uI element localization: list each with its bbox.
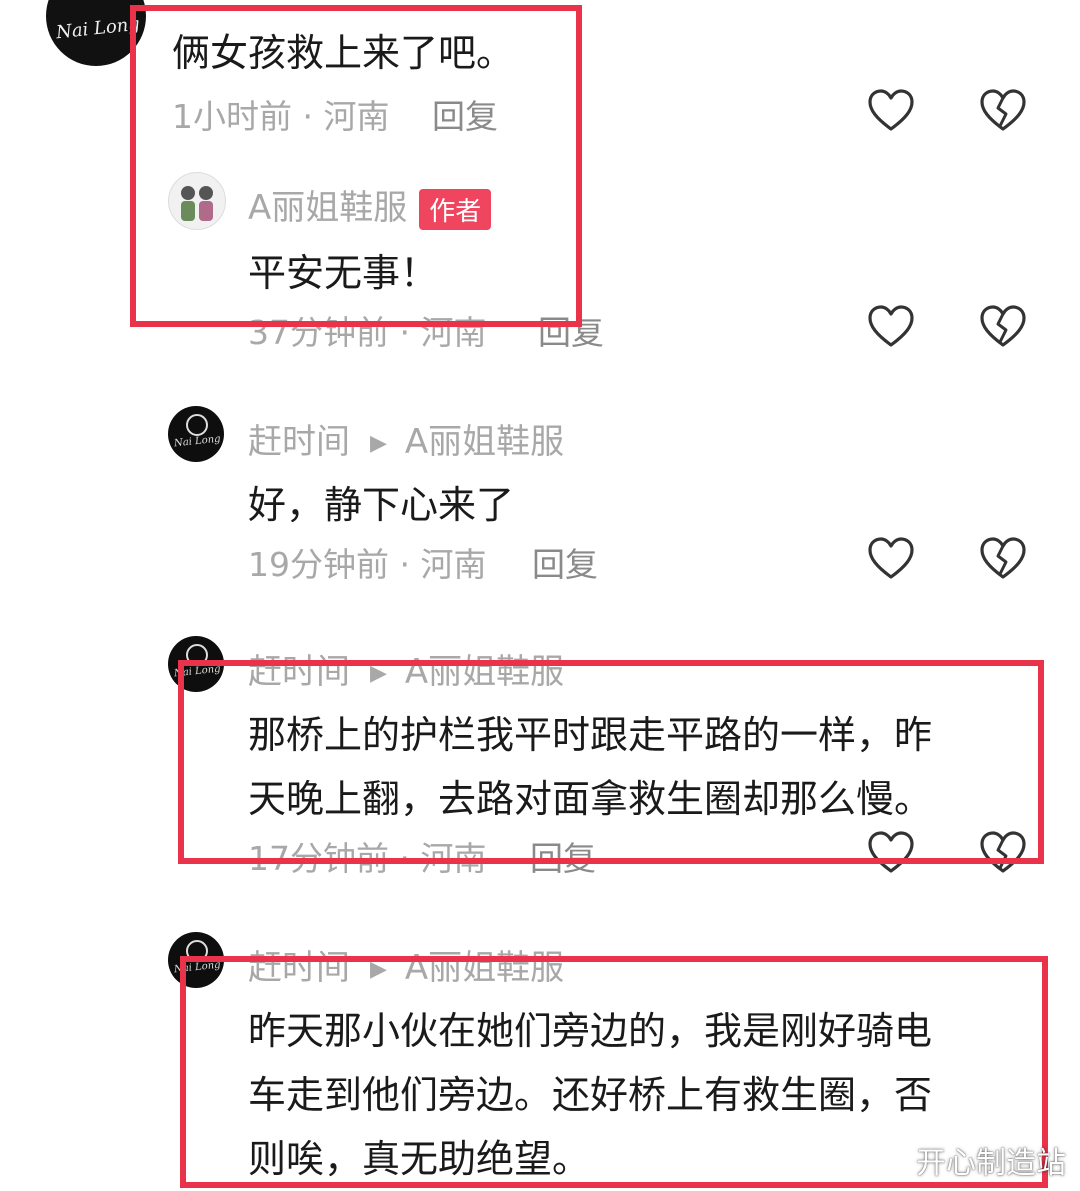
heart-outline-icon[interactable]	[866, 302, 916, 352]
heart-outline-icon[interactable]	[866, 534, 916, 584]
reply-time-location: 19分钟前 · 河南	[248, 545, 487, 584]
broken-heart-icon[interactable]	[978, 86, 1028, 136]
highlight-box	[130, 5, 582, 327]
highlight-box	[178, 660, 1044, 864]
logo-ring	[186, 414, 208, 436]
reply-text: 好，静下心来了	[248, 483, 515, 527]
reply-button[interactable]: 回复	[532, 538, 598, 586]
watermark: 开心制造站	[916, 1146, 1066, 1181]
broken-heart-icon[interactable]	[978, 534, 1028, 584]
broken-heart-icon[interactable]	[978, 302, 1028, 352]
avatar-signature: Nai Long	[55, 13, 141, 44]
reply-to-username[interactable]: A丽姐鞋服	[405, 422, 564, 462]
play-triangle-icon: ▶	[370, 431, 387, 456]
avatar-signature: Nai Long	[173, 433, 222, 450]
heart-outline-icon[interactable]	[866, 86, 916, 136]
avatar[interactable]: Nai Long	[168, 406, 224, 462]
username[interactable]: 赶时间	[248, 422, 350, 462]
